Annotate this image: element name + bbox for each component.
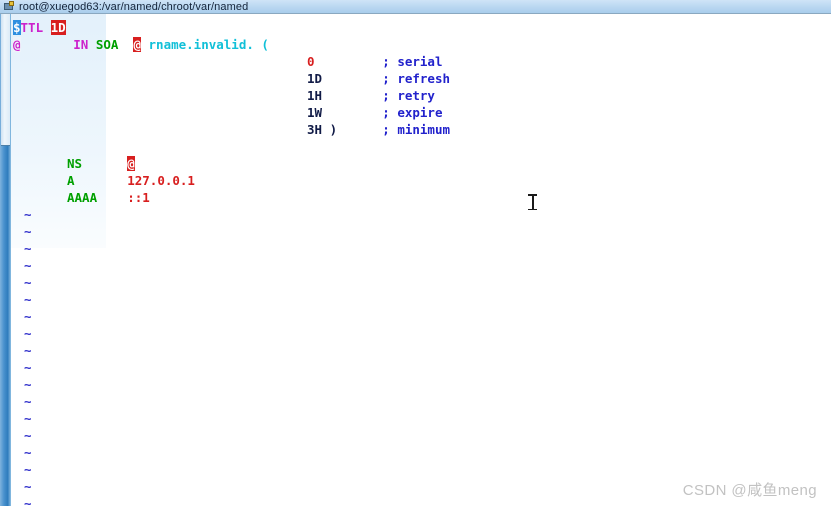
vim-filler-tilde: ~ [24, 411, 32, 426]
window-titlebar[interactable]: root@xuegod63:/var/named/chroot/var/name… [0, 0, 831, 14]
record-aaaa-value: ::1 [127, 190, 150, 205]
soa-serial-comment: ; serial [382, 54, 443, 69]
soa-retry-value: 1H [307, 88, 323, 103]
soa-retry-comment: ; retry [382, 88, 435, 103]
record-ns-pad [82, 156, 127, 171]
space-0-2 [43, 20, 51, 35]
record-a: A 127.0.0.1 [67, 172, 195, 189]
record-ns-value: @ [127, 156, 135, 171]
vim-filler-tilde: ~ [24, 258, 32, 273]
soa-refresh-comment: ; refresh [382, 71, 451, 86]
vim-filler-tilde: ~ [24, 394, 32, 409]
record-type-soa-1-4: SOA [95, 37, 119, 52]
record-aaaa: AAAA ::1 [67, 189, 150, 206]
soa-minimum-pad [337, 122, 382, 137]
vim-filler-tilde: ~ [24, 462, 32, 477]
soa-refresh-pad [322, 71, 382, 86]
space-1-3 [88, 37, 96, 52]
vim-filler-tilde: ~ [24, 343, 32, 358]
soa-expire: 1W ; expire [307, 104, 443, 121]
ttl-directive-0-1: TTL [20, 20, 44, 35]
vim-filler-tilde: ~ [24, 275, 32, 290]
terminal-body[interactable]: $TTL 1D @ IN SOA @ rname.invalid. (0 ; se… [0, 14, 831, 506]
vim-filler-tilde: ~ [24, 207, 32, 222]
scrollbar-thumb[interactable] [1, 14, 10, 146]
vim-filler-tilde: ~ [24, 292, 32, 307]
soa-expire-comment: ; expire [382, 105, 443, 120]
vim-filler-tilde: ~ [24, 241, 32, 256]
record-a-value: 127.0.0.1 [127, 173, 195, 188]
record-aaaa-pad [97, 190, 127, 205]
vim-filler-tilde: ~ [24, 479, 32, 494]
record-a-type: A [67, 173, 75, 188]
vim-filler-tilde: ~ [24, 360, 32, 375]
csdn-watermark: CSDN @咸鱼meng [682, 482, 817, 499]
window-title: root@xuegod63:/var/named/chroot/var/name… [19, 0, 249, 13]
soa-refresh: 1D ; refresh [307, 70, 450, 87]
soa-retry: 1H ; retry [307, 87, 435, 104]
soa-minimum-comment: ; minimum [382, 122, 450, 137]
line-ttl: $TTL 1D [13, 19, 66, 36]
soa-serial-value: 0 [307, 54, 315, 69]
line-soa: @ IN SOA @ rname.invalid. ( [13, 36, 269, 53]
class-in-1-2: IN [73, 37, 89, 52]
soa-retry-pad [322, 88, 382, 103]
rname-1-8: rname.invalid. ( [148, 37, 269, 52]
ttl-value-0-3: 1D [50, 20, 66, 35]
soa-refresh-value: 1D [307, 71, 323, 86]
vertical-scrollbar[interactable] [0, 14, 11, 506]
soa-expire-pad [322, 105, 382, 120]
soa-serial: 0 ; serial [307, 53, 442, 70]
vim-filler-tilde: ~ [24, 445, 32, 460]
vim-filler-tilde: ~ [24, 377, 32, 392]
vim-text-area[interactable]: $TTL 1D @ IN SOA @ rname.invalid. (0 ; se… [11, 14, 831, 506]
origin-at-1-0: @ [13, 37, 21, 52]
vim-filler-tilde: ~ [24, 496, 32, 506]
record-ns-type: NS [67, 156, 83, 171]
vim-filler-tilde: ~ [24, 428, 32, 443]
vim-filler-tilde: ~ [24, 224, 32, 239]
record-ns: NS @ [67, 155, 135, 172]
space-1-5 [118, 37, 133, 52]
space-1-1 [21, 37, 74, 52]
space-1-7 [141, 37, 149, 52]
soa-serial-pad [315, 54, 383, 69]
record-a-pad [75, 173, 128, 188]
text-cursor-icon [528, 194, 537, 210]
putty-terminal-icon [2, 0, 15, 13]
dollar-sign-0-0: $ [13, 20, 21, 35]
vim-filler-tilde: ~ [24, 309, 32, 324]
soa-minimum: 3H ) ; minimum [307, 121, 450, 138]
vim-filler-tilde: ~ [24, 326, 32, 341]
soa-minimum-value: 3H ) [307, 122, 338, 137]
mname-at-1-6: @ [133, 37, 141, 52]
record-aaaa-type: AAAA [67, 190, 98, 205]
soa-expire-value: 1W [307, 105, 323, 120]
screenshot-root: root@xuegod63:/var/named/chroot/var/name… [0, 0, 831, 506]
